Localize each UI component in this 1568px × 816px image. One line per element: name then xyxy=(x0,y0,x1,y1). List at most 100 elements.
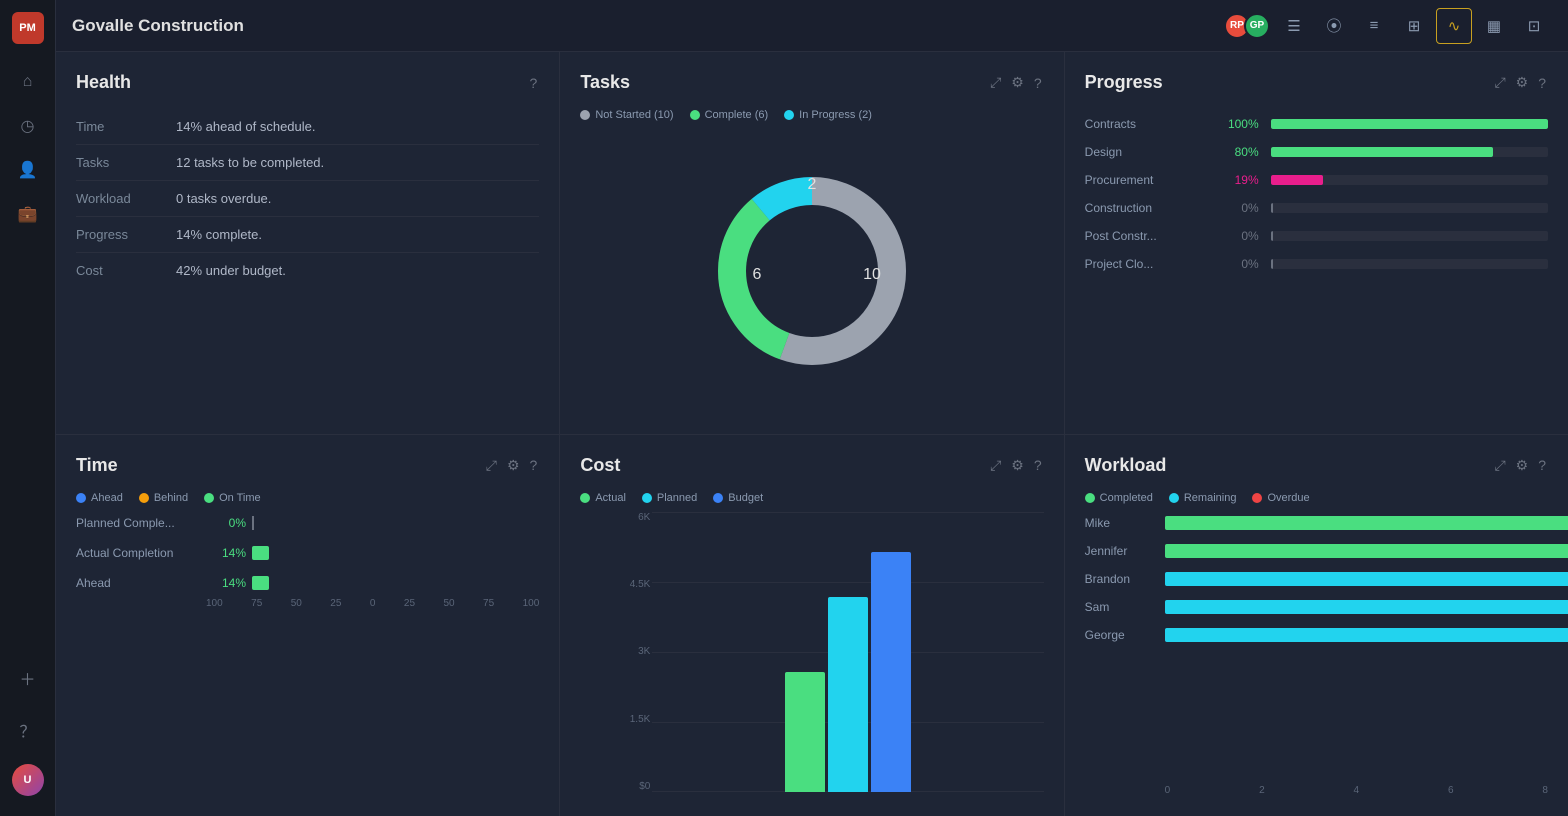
sidebar-item-add[interactable]: ＋ xyxy=(10,660,46,696)
sidebar-item-help[interactable]: ？ xyxy=(10,712,46,748)
workload-x-label: 4 xyxy=(1354,785,1360,796)
time-bar-wrap xyxy=(252,516,539,530)
cost-bars xyxy=(652,512,1043,793)
time-row: Planned Comple... 0% xyxy=(76,516,539,530)
legend-label: Behind xyxy=(154,492,188,504)
health-help-btn[interactable]: ? xyxy=(528,73,540,93)
legend-label: On Time xyxy=(219,492,261,504)
sidebar-item-briefcase[interactable]: 💼 xyxy=(10,196,46,232)
sidebar-item-home[interactable]: ⌂ xyxy=(10,64,46,100)
cost-settings-btn[interactable]: ⚙ xyxy=(1009,455,1026,476)
time-x-label: 50 xyxy=(443,598,454,609)
workload-settings-btn[interactable]: ⚙ xyxy=(1514,455,1531,476)
toolbar-doc-btn[interactable]: ⊡ xyxy=(1516,8,1552,44)
svg-text:10: 10 xyxy=(863,266,881,283)
progress-expand-btn[interactable]: ⤢ xyxy=(1492,72,1507,93)
workload-bars xyxy=(1165,516,1568,530)
sidebar: PM ⌂ ◷ 👤 💼 ＋ ？ U xyxy=(0,0,56,816)
tasks-settings-btn[interactable]: ⚙ xyxy=(1009,72,1026,93)
time-x-label: 25 xyxy=(404,598,415,609)
health-row-label: Time xyxy=(76,109,176,145)
cost-expand-btn[interactable]: ⤢ xyxy=(988,455,1003,476)
time-bar-wrap xyxy=(252,576,539,590)
workload-title: Workload xyxy=(1085,455,1167,476)
toolbar-list-btn[interactable]: ☰ xyxy=(1276,8,1312,44)
cost-chart: 6K 4.5K 3K 1.5K $0 xyxy=(580,512,1043,797)
user-avatar-bottom[interactable]: U xyxy=(12,764,44,796)
avatar-gp[interactable]: GP xyxy=(1244,13,1270,39)
workload-legend-item: Completed xyxy=(1085,492,1153,504)
cost-legend-item: Actual xyxy=(580,492,626,504)
time-x-label: 50 xyxy=(291,598,302,609)
cost-help-btn[interactable]: ? xyxy=(1032,455,1044,475)
progress-actions: ⤢ ⚙ ? xyxy=(1492,72,1548,93)
progress-row: Design 80% xyxy=(1085,145,1548,159)
cost-y-axis: 6K 4.5K 3K 1.5K $0 xyxy=(616,512,650,793)
health-title: Health xyxy=(76,72,131,93)
time-x-label: 75 xyxy=(483,598,494,609)
legend-label: Not Started (10) xyxy=(595,109,673,121)
workload-legend-item: Remaining xyxy=(1169,492,1237,504)
progress-bar-fill xyxy=(1271,119,1548,129)
time-card-header: Time ⤢ ⚙ ? xyxy=(76,455,539,476)
toolbar-pulse-btn[interactable]: ∿ xyxy=(1436,8,1472,44)
cost-title: Cost xyxy=(580,455,620,476)
toolbar-bar-btn[interactable]: ⦿ xyxy=(1316,8,1352,44)
cost-legend: ActualPlannedBudget xyxy=(580,492,1043,504)
app-logo[interactable]: PM xyxy=(12,12,44,44)
progress-bar-zero xyxy=(1271,259,1273,269)
time-expand-btn[interactable]: ⤢ xyxy=(484,455,499,476)
toolbar-calendar-btn[interactable]: ▦ xyxy=(1476,8,1512,44)
workload-bar-completed xyxy=(1165,544,1568,558)
health-row: Cost42% under budget. xyxy=(76,253,539,289)
legend-dot xyxy=(1085,493,1095,503)
health-actions: ? xyxy=(528,73,540,93)
progress-row-pct: 0% xyxy=(1217,201,1259,215)
workload-expand-btn[interactable]: ⤢ xyxy=(1492,455,1507,476)
time-settings-btn[interactable]: ⚙ xyxy=(505,455,522,476)
legend-label: Ahead xyxy=(91,492,123,504)
legend-label: Overdue xyxy=(1267,492,1309,504)
sidebar-item-users[interactable]: 👤 xyxy=(10,152,46,188)
time-help-btn[interactable]: ? xyxy=(528,455,540,475)
progress-bar-fill xyxy=(1271,147,1493,157)
progress-title: Progress xyxy=(1085,72,1163,93)
workload-help-btn[interactable]: ? xyxy=(1536,455,1548,475)
tasks-title: Tasks xyxy=(580,72,630,93)
progress-help-btn[interactable]: ? xyxy=(1536,73,1548,93)
workload-row-label: Sam xyxy=(1085,600,1165,614)
legend-label: Actual xyxy=(595,492,626,504)
time-bar xyxy=(252,546,269,560)
workload-row-label: Jennifer xyxy=(1085,544,1165,558)
time-x-label: 25 xyxy=(330,598,341,609)
progress-card-header: Progress ⤢ ⚙ ? xyxy=(1085,72,1548,93)
health-row: Time14% ahead of schedule. xyxy=(76,109,539,145)
cost-bar-actual xyxy=(785,672,825,792)
progress-settings-btn[interactable]: ⚙ xyxy=(1514,72,1531,93)
progress-card: Progress ⤢ ⚙ ? Contracts 100% Design 80%… xyxy=(1065,52,1568,434)
health-row-value: 14% complete. xyxy=(176,217,539,253)
legend-dot xyxy=(1252,493,1262,503)
tasks-legend-item: Complete (6) xyxy=(690,109,769,121)
progress-row: Post Constr... 0% xyxy=(1085,229,1548,243)
progress-bar-zero xyxy=(1271,231,1273,241)
legend-label: In Progress (2) xyxy=(799,109,872,121)
health-row: Progress14% complete. xyxy=(76,217,539,253)
time-bar-zero xyxy=(252,516,254,530)
main-content: Govalle Construction RP GP ☰ ⦿ ≡ ⊞ ∿ ▦ ⊡… xyxy=(56,0,1568,816)
cost-legend-item: Budget xyxy=(713,492,763,504)
workload-row: Jennifer xyxy=(1085,544,1548,558)
toolbar-grid-btn[interactable]: ⊞ xyxy=(1396,8,1432,44)
workload-x-label: 0 xyxy=(1165,785,1171,796)
workload-bars xyxy=(1165,600,1568,614)
tasks-expand-btn[interactable]: ⤢ xyxy=(988,72,1003,93)
progress-row-label: Design xyxy=(1085,145,1205,159)
health-row: Workload0 tasks overdue. xyxy=(76,181,539,217)
tasks-help-btn[interactable]: ? xyxy=(1032,73,1044,93)
legend-dot xyxy=(690,110,700,120)
sidebar-item-clock[interactable]: ◷ xyxy=(10,108,46,144)
health-row-value: 0 tasks overdue. xyxy=(176,181,539,217)
donut-chart: 6 2 10 xyxy=(702,161,922,381)
toolbar-table-btn[interactable]: ≡ xyxy=(1356,8,1392,44)
progress-row-pct: 80% xyxy=(1217,145,1259,159)
